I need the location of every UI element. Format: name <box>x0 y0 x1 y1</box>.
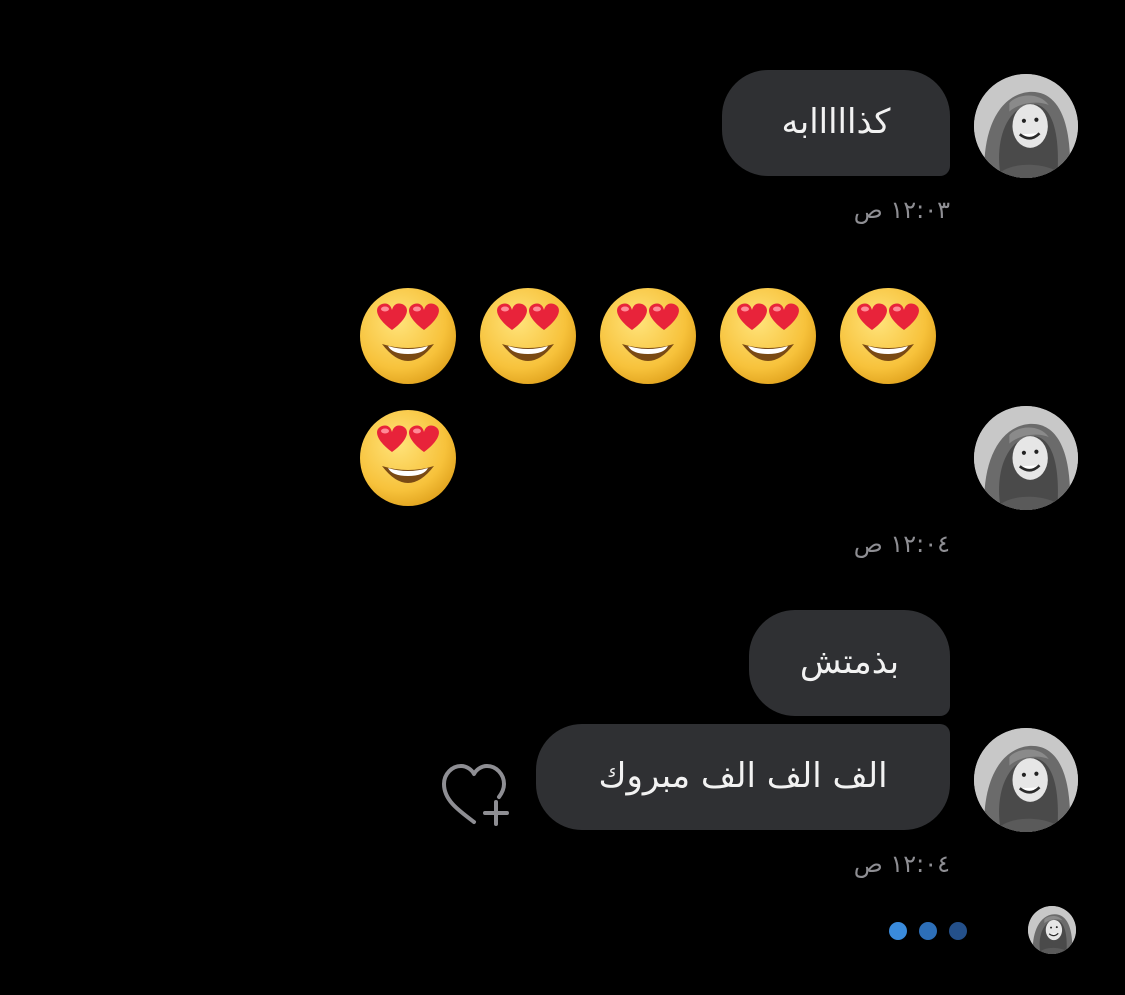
message-timestamp: ١٢:٠٤ ص <box>853 850 950 878</box>
heart-eyes-emoji-icon <box>718 286 818 386</box>
message-bubble[interactable]: كذااااابه <box>722 70 950 176</box>
heart-eyes-emoji-icon <box>358 286 458 386</box>
avatar-photo-icon <box>1028 906 1076 954</box>
heart-eyes-emoji-icon <box>478 286 578 386</box>
avatar[interactable] <box>974 74 1078 178</box>
message-bubble[interactable]: بذمتش <box>749 610 950 716</box>
avatar[interactable] <box>974 728 1078 832</box>
typing-dot <box>919 922 937 940</box>
avatar[interactable] <box>1028 906 1076 954</box>
avatar[interactable] <box>974 406 1078 510</box>
heart-plus-icon[interactable] <box>440 762 512 828</box>
avatar-photo-icon <box>974 74 1078 178</box>
avatar-photo-icon <box>974 728 1078 832</box>
heart-eyes-emoji-icon <box>358 408 458 508</box>
message-timestamp: ١٢:٠٤ ص <box>853 530 950 558</box>
heart-eyes-emoji-icon <box>598 286 698 386</box>
typing-dot <box>889 922 907 940</box>
message-text: بذمتش <box>799 642 900 682</box>
message-text: كذااااابه <box>781 102 891 142</box>
message-timestamp: ١٢:٠٣ ص <box>853 196 950 224</box>
typing-dot <box>949 922 967 940</box>
heart-eyes-emoji-icon <box>838 286 938 386</box>
message-bubble[interactable]: الف الف الف مبروك <box>536 724 950 830</box>
avatar-photo-icon <box>974 406 1078 510</box>
message-text: الف الف الف مبروك <box>598 756 888 796</box>
